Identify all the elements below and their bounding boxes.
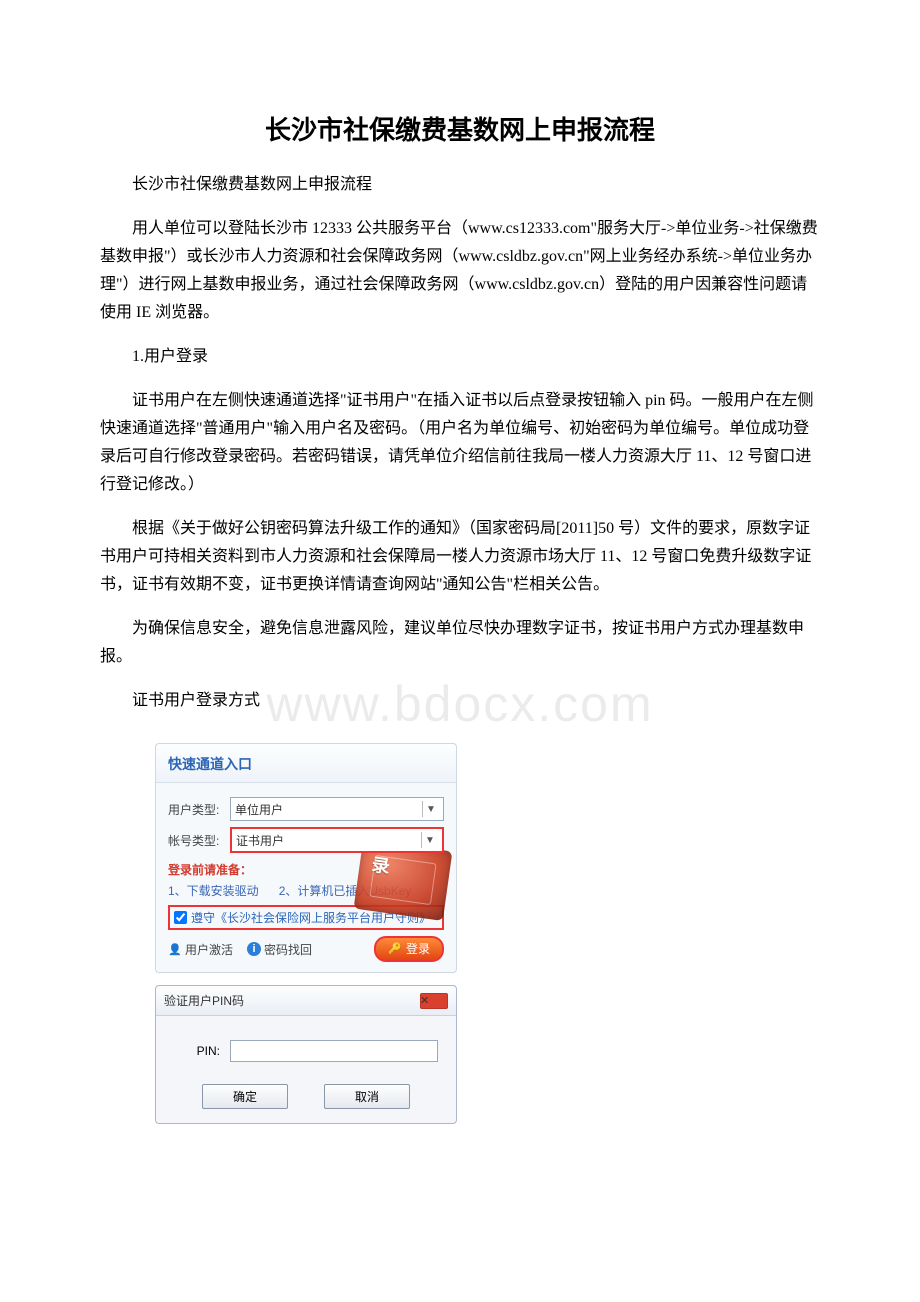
stamp-text: 录: [370, 851, 391, 879]
user-type-select[interactable]: 单位用户 ▼: [230, 797, 444, 821]
user-activate-label: 用户激活: [185, 941, 233, 958]
ok-button[interactable]: 确定: [202, 1084, 288, 1109]
person-icon: 👤: [168, 942, 182, 956]
login-panel-header: 快速通道入口: [156, 744, 456, 783]
login-button[interactable]: 🔑 登录: [374, 936, 444, 962]
rules-checkbox[interactable]: [174, 911, 187, 924]
close-button[interactable]: ✕: [420, 993, 448, 1009]
prep-item-driver[interactable]: 1、下载安装驱动: [168, 882, 259, 899]
password-recover-link[interactable]: i 密码找回: [247, 941, 312, 958]
login-button-label: 登录: [406, 940, 430, 957]
section-heading-login: 1.用户登录: [100, 343, 820, 371]
info-icon: i: [247, 942, 261, 956]
paragraph-security-advice: 为确保信息安全，避免信息泄露风险，建议单位尽快办理数字证书，按证书用户方式办理基…: [100, 615, 820, 671]
user-activate-link[interactable]: 👤 用户激活: [168, 941, 233, 958]
user-type-label: 用户类型:: [168, 801, 230, 818]
pin-dialog: 验证用户PIN码 ✕ PIN: 确定 取消: [155, 985, 457, 1124]
password-recover-label: 密码找回: [264, 941, 312, 958]
cancel-button[interactable]: 取消: [324, 1084, 410, 1109]
pin-input[interactable]: [230, 1040, 438, 1062]
chevron-down-icon: ▼: [422, 801, 439, 817]
chevron-down-icon: ▼: [421, 832, 438, 848]
pin-label: PIN:: [174, 1044, 220, 1058]
paragraph-intro: 用人单位可以登陆长沙市 12333 公共服务平台（www.cs12333.com…: [100, 215, 820, 327]
paragraph-login-instructions: 证书用户在左侧快速通道选择"证书用户"在插入证书以后点登录按钮输入 pin 码。…: [100, 387, 820, 499]
account-type-select[interactable]: 证书用户 ▼: [230, 827, 444, 853]
key-icon: 🔑: [388, 942, 402, 955]
account-type-value: 证书用户: [236, 832, 421, 849]
paragraph-cert-login-method: 证书用户登录方式: [100, 687, 820, 715]
login-panel: 快速通道入口 录 用户类型: 单位用户 ▼ 帐号类型: 证书用户 ▼ 登录前请准…: [155, 743, 457, 973]
paragraph-subtitle: 长沙市社保缴费基数网上申报流程: [100, 171, 820, 199]
close-icon: ✕: [420, 994, 448, 1007]
paragraph-cert-upgrade: 根据《关于做好公钥密码算法升级工作的通知》（国家密码局[2011]50 号）文件…: [100, 515, 820, 599]
account-type-label: 帐号类型:: [168, 832, 230, 849]
page-title: 长沙市社保缴费基数网上申报流程: [100, 110, 820, 147]
user-type-value: 单位用户: [235, 801, 422, 818]
pin-dialog-title: 验证用户PIN码: [164, 992, 420, 1009]
